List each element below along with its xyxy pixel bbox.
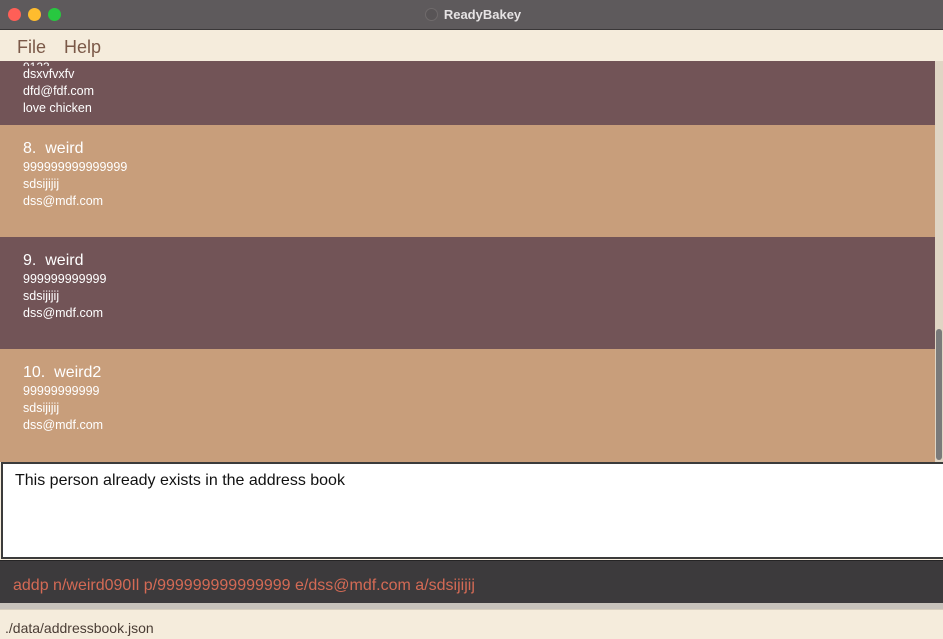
person-email: dfd@fdf.com: [23, 84, 95, 98]
person-index: 8.: [23, 140, 37, 157]
person-card-7[interactable]: 9123 dsxvfvxfv dfd@fdf.com love chicken: [0, 61, 935, 125]
person-name-text: weird: [45, 252, 84, 269]
person-address: dsxvfvxfv: [23, 67, 75, 81]
person-index: 10.: [23, 364, 46, 381]
person-name: 9. weird: [23, 251, 935, 271]
person-list[interactable]: 9123 dsxvfvxfv dfd@fdf.com love chicken …: [0, 61, 943, 462]
person-email: dss@mdf.com: [23, 418, 104, 432]
person-phone: 999999999999: [23, 272, 107, 286]
person-phone: 99999999999: [23, 384, 100, 398]
status-bar: ./data/addressbook.json: [0, 609, 943, 639]
person-address: sdsijijij: [23, 177, 60, 191]
person-card-9[interactable]: 9. weird 999999999999 sdsijijij dss@mdf.…: [0, 237, 935, 349]
person-email: dss@mdf.com: [23, 194, 104, 208]
person-name-text: weird2: [54, 364, 102, 381]
title-bar: ReadyBakey: [0, 0, 943, 30]
person-card-8[interactable]: 8. weird 999999999999999 sdsijijij dss@m…: [0, 125, 935, 237]
person-email: dss@mdf.com: [23, 306, 104, 320]
person-address: sdsijijij: [23, 289, 60, 303]
person-name: 8. weird: [23, 139, 935, 159]
result-message: This person already exists in the addres…: [15, 472, 345, 489]
person-name-text: weird: [45, 140, 84, 157]
list-scrollbar-thumb[interactable]: [936, 329, 942, 460]
window-title: ReadyBakey: [443, 7, 522, 22]
command-box[interactable]: addp n/weird090Il p/999999999999999 e/ds…: [0, 560, 943, 603]
save-file-path: ./data/addressbook.json: [5, 620, 154, 636]
person-remark: love chicken: [23, 101, 92, 115]
person-phone: 999999999999999: [23, 160, 128, 174]
menu-bar: File Help: [0, 30, 943, 61]
person-name: 10. weird2: [23, 363, 935, 383]
person-address: sdsijijij: [23, 401, 60, 415]
menu-file[interactable]: File: [17, 37, 46, 58]
person-card-10[interactable]: 10. weird2 99999999999 sdsijijij dss@mdf…: [0, 349, 935, 462]
command-input[interactable]: addp n/weird090Il p/999999999999999 e/ds…: [13, 577, 475, 595]
result-display: This person already exists in the addres…: [1, 462, 943, 559]
person-index: 9.: [23, 252, 37, 269]
menu-help[interactable]: Help: [64, 37, 101, 58]
